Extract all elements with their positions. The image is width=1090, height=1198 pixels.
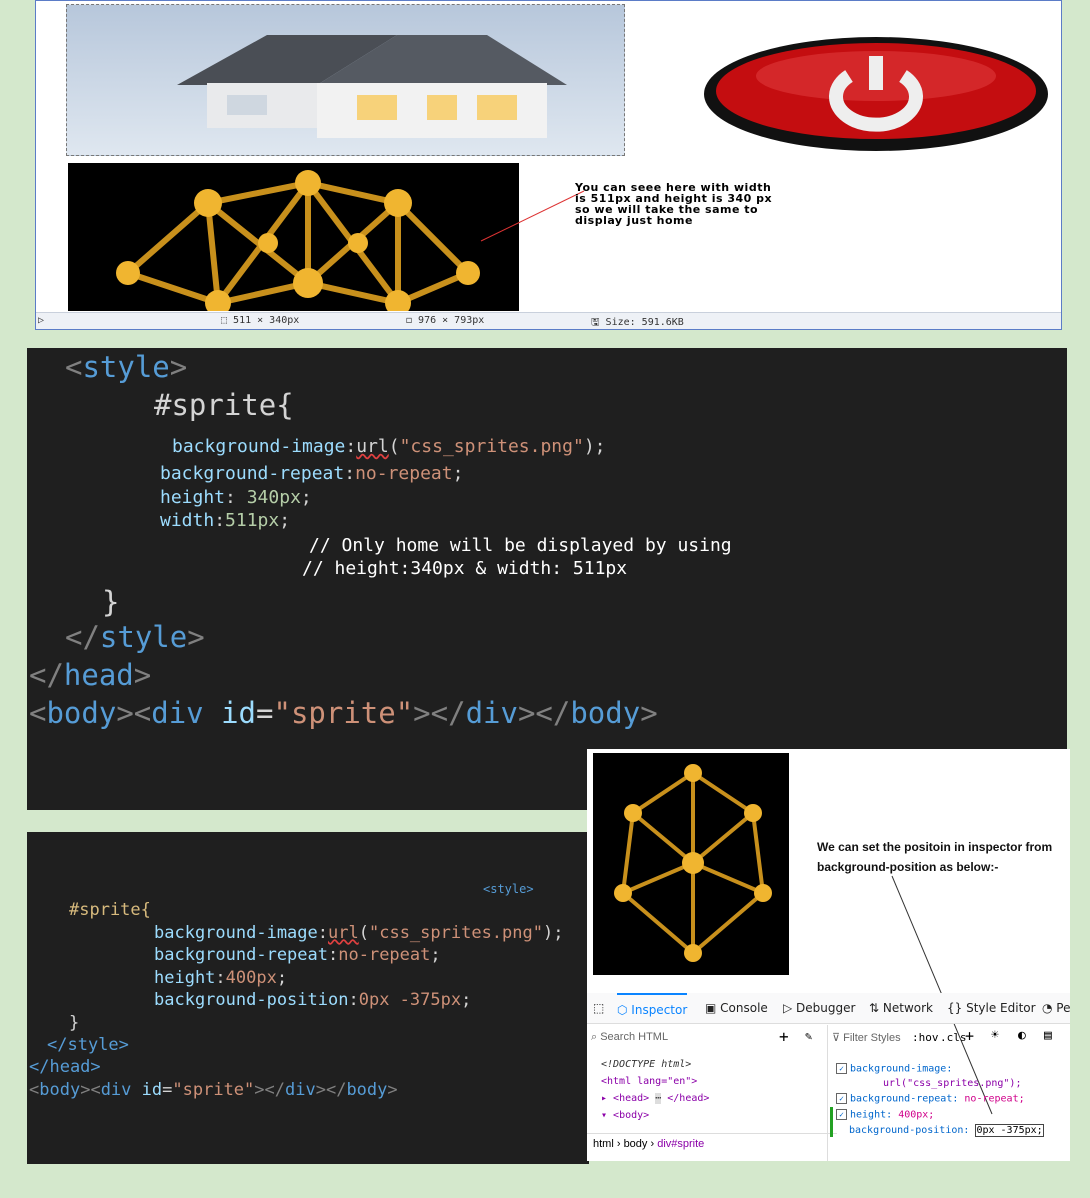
code-comment-1: // Only home will be displayed by using (309, 535, 732, 556)
house-sprite-selection[interactable] (66, 4, 625, 156)
code-line-style-open: <style> (65, 350, 188, 384)
tab-debugger[interactable]: ▷ Debugger (783, 1001, 855, 1015)
code-line-selector: #sprite{ (154, 388, 294, 422)
code-panel-sprite-home: <style> #sprite{ background-image:url("c… (27, 348, 1067, 810)
code2-head-close: </head> (29, 1057, 101, 1077)
devtools-toolbar: ⬚ ⬡ Inspector ▣ Console ▷ Debugger ⇅ Net… (587, 993, 1071, 1024)
eyedropper-icon[interactable]: ✎ (805, 1029, 812, 1043)
cls-toggle[interactable]: .cls (940, 1031, 967, 1044)
code2-style-tag: <style> (483, 882, 534, 896)
html-doctype: <!DOCTYPE html> (601, 1059, 692, 1070)
tab-console[interactable]: ▣ Console (705, 1001, 768, 1015)
code2-close-brace: } (69, 1013, 80, 1033)
hov-toggle[interactable]: :hov (912, 1031, 939, 1044)
code-line-bg-image: background-image:url("css_sprites.png"); (172, 436, 606, 457)
rule-height[interactable]: ✓ height: 400px; (836, 1109, 934, 1121)
code2-bg-position: background-position:0px -375px; (154, 990, 472, 1010)
picker-icon[interactable]: ⬚ (593, 1001, 604, 1015)
inspector-screenshot: We can set the positoin in inspector fro… (587, 749, 1071, 1161)
file-size: 🖫 Size: 591.6KB (591, 317, 684, 328)
rule-bg-repeat[interactable]: ✓ background-repeat: no-repeat; (836, 1093, 1025, 1105)
filter-styles-input[interactable]: ⊽ Filter Styles (832, 1031, 901, 1044)
code-line-height: height: 340px; (160, 487, 312, 508)
molecule-image (68, 163, 519, 311)
styles-panel: ⊽ Filter Styles :hov .cls + ☀ ◐ ▤ ✓ backg… (827, 1025, 1071, 1161)
code-comment-2: // height:340px & width: 511px (302, 558, 628, 579)
search-html-input[interactable]: ⌕ Search HTML (591, 1031, 668, 1044)
crumb-body[interactable]: body (624, 1138, 648, 1150)
code2-style-close: </style> (47, 1035, 129, 1055)
tab-network[interactable]: ⇅ Network (869, 1001, 933, 1015)
tab-style-editor[interactable]: {} Style Editor (947, 1001, 1036, 1015)
breadcrumb: html › body › div#sprite (587, 1133, 837, 1154)
code2-body: <body><div id="sprite"></div></body> (29, 1080, 398, 1100)
rule-bg-image[interactable]: ✓ background-image: (836, 1063, 952, 1075)
code2-bg-repeat: background-repeat:no-repeat; (154, 945, 441, 965)
code-line-width: width:511px; (160, 510, 291, 531)
code-line-close-brace: } (102, 585, 120, 619)
code2-bg-image: background-image:url("css_sprites.png"); (154, 923, 564, 943)
inspector-note: We can set the positoin in inspector fro… (817, 840, 1053, 874)
code2-height: height:400px; (154, 968, 288, 988)
add-node-icon[interactable]: + (779, 1027, 789, 1046)
contrast-icon[interactable]: ◐ (1018, 1028, 1026, 1043)
bg-position-input[interactable]: 0px -375px; (975, 1124, 1044, 1137)
code-line-style-close: </style> (65, 620, 205, 654)
code-line-head-close: </head> (29, 658, 152, 692)
crumb-html[interactable]: html (593, 1138, 614, 1150)
image-dimensions: ◻ 976 × 793px (406, 315, 485, 326)
molecule-preview (593, 753, 789, 975)
house-image (177, 35, 567, 138)
add-rule-icon[interactable]: + (965, 1027, 974, 1045)
rule-bg-position[interactable]: background-position: 0px -375px; (849, 1124, 1044, 1137)
code-panel-sprite-position: <style> #sprite{ background-image:url("c… (27, 832, 589, 1164)
html-head[interactable]: ▸ <head> ⋯ </head> (601, 1093, 709, 1104)
status-bar: ▷ ⬚ 511 × 340px ◻ 976 × 793px 🖫 Size: 59… (36, 312, 1061, 329)
html-panel: ⌕ Search HTML + ✎ <!DOCTYPE html> <html … (587, 1025, 837, 1161)
power-button-image (701, 36, 1051, 156)
rule-bg-image-value[interactable]: url("css_sprites.png"); (883, 1078, 1021, 1089)
light-theme-icon[interactable]: ☀ (991, 1028, 999, 1043)
print-icon[interactable]: ▤ (1044, 1028, 1052, 1043)
crumb-div[interactable]: div#sprite (657, 1138, 704, 1150)
annotation-arrow (480, 190, 585, 242)
changed-marker (830, 1107, 833, 1137)
code-line-bg-repeat: background-repeat:no-repeat; (160, 463, 464, 484)
code2-selector: #sprite{ (69, 900, 151, 920)
play-icon[interactable]: ▷ (38, 315, 44, 326)
viewer-note: You can seee here with width is 511px an… (575, 181, 773, 227)
selection-size: ⬚ 511 × 340px (221, 315, 300, 326)
code-line-body: <body><div id="sprite"></div></body> (29, 696, 658, 730)
tab-inspector[interactable]: ⬡ Inspector (617, 993, 688, 1017)
html-root[interactable]: <html lang="en"> (601, 1076, 697, 1087)
image-viewer-window: You can seee here with width is 511px an… (35, 0, 1062, 330)
html-body[interactable]: ▾ <body> (601, 1110, 649, 1121)
tab-performance[interactable]: ◔ Pe (1042, 1001, 1071, 1015)
